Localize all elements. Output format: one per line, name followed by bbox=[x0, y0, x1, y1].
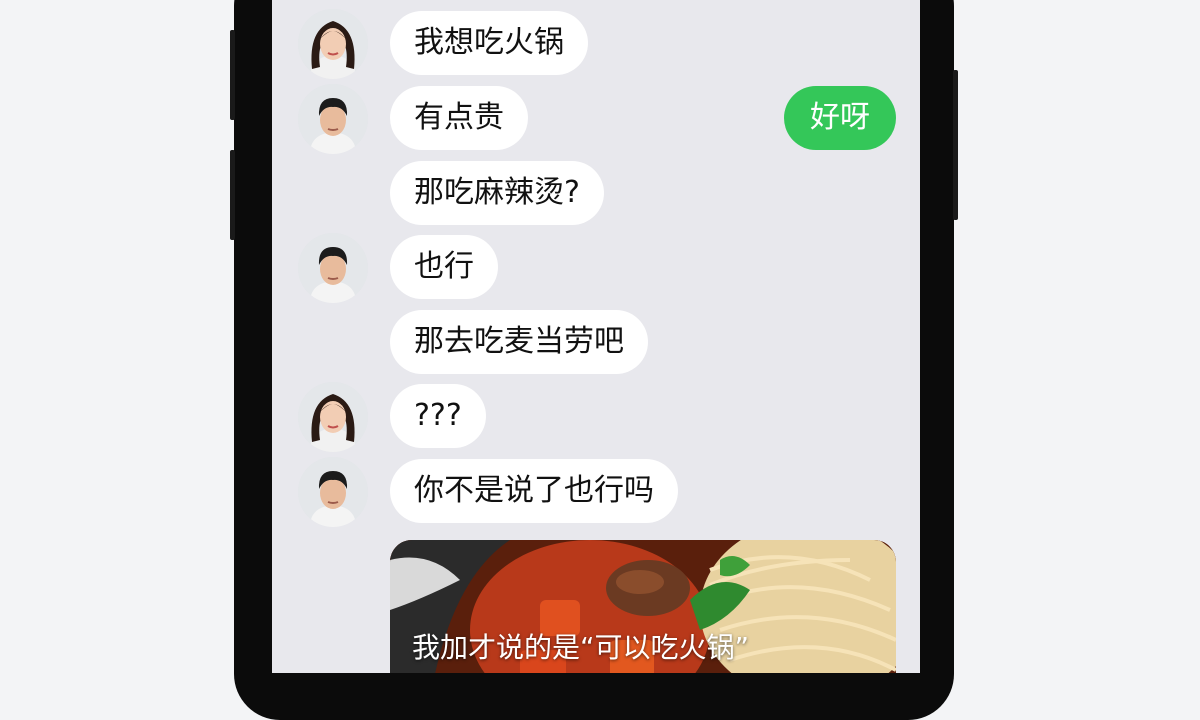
avatar-male[interactable] bbox=[298, 233, 368, 303]
message-bubble[interactable]: 有点贵 bbox=[390, 86, 528, 150]
photo-message[interactable]: 我加才说的是“可以吃火锅” bbox=[390, 540, 896, 673]
avatar-female[interactable] bbox=[298, 382, 368, 452]
avatar-male[interactable] bbox=[298, 457, 368, 527]
avatar-female[interactable] bbox=[298, 9, 368, 79]
message-bubble[interactable]: 那吃麻辣烫? bbox=[390, 161, 604, 225]
outgoing-message-bubble[interactable]: 好呀 bbox=[784, 86, 896, 150]
message-bubble[interactable]: 也行 bbox=[390, 235, 498, 299]
photo-caption: 我加才说的是“可以吃火锅” bbox=[412, 631, 750, 664]
volume-button bbox=[230, 30, 235, 120]
chat-screen[interactable]: 我想吃火锅 有点贵 好呀 那吃麻辣烫? 也行 那去吃麦当劳吧 ??? 你不是说了… bbox=[272, 0, 920, 673]
message-bubble[interactable]: 那去吃麦当劳吧 bbox=[390, 310, 648, 374]
message-bubble[interactable]: 你不是说了也行吗 bbox=[390, 459, 678, 523]
avatar-male[interactable] bbox=[298, 84, 368, 154]
message-bubble[interactable]: ??? bbox=[390, 384, 486, 448]
power-button bbox=[953, 70, 958, 220]
message-bubble[interactable]: 我想吃火锅 bbox=[390, 11, 588, 75]
volume-button-lower bbox=[230, 150, 235, 240]
